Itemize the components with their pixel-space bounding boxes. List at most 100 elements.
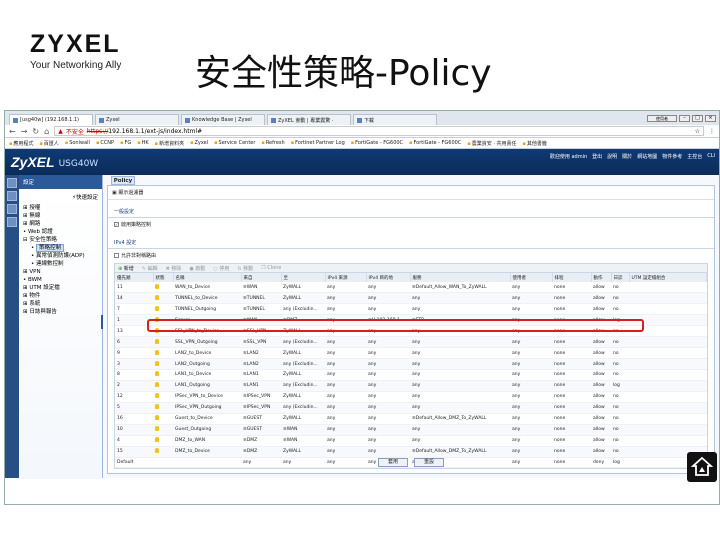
toolbar-button-disabled[interactable]: ○ 停用 [213,265,229,272]
monitor-icon[interactable] [7,191,17,201]
browser-tab[interactable]: [usg40w] (192.168.1.1) [9,114,93,125]
apply-button[interactable]: 套用 [378,458,408,467]
star-icon[interactable]: ☆ [695,128,700,135]
user-profile-button[interactable]: 使用者 [647,114,677,122]
bookmark-item[interactable]: Service Center [214,140,256,146]
table-row[interactable]: 2 LAN1_Outgoing ≡LAN1 any (Excludin... any an… [115,380,707,392]
column-header[interactable]: IPv4 來源 [325,273,367,282]
enable-policy-control[interactable]: ✓ 啟用策略控制 [108,218,714,231]
back-icon[interactable]: ← [9,127,16,136]
header-link[interactable]: 歡迎使用 admin [550,153,587,160]
column-header[interactable]: 優先順 [115,273,154,282]
configuration-icon[interactable] [7,204,17,214]
reset-button[interactable]: 重設 [414,458,444,467]
table-row[interactable]: 7 TUNNEL_Outgoing ≡TUNNEL any (Excludin... a… [115,303,707,316]
enable-policy-checkbox[interactable]: ✓ [114,222,119,227]
bookmark-item[interactable]: Fortinet Partner Log [291,140,345,146]
column-header[interactable]: UTM 設定檔組合 [629,273,707,282]
nav-tree-item[interactable]: ⊞ 授權 [23,204,98,212]
bookmark-item[interactable]: 百匯人 [39,140,59,147]
column-header[interactable]: 至 [281,273,326,282]
toolbar-button-disabled[interactable]: ❐ Clone [261,265,281,271]
table-row[interactable]: 16 Guest_to_Device ≡GUEST ZyWALL any any ≡Defa… [115,413,707,425]
column-header[interactable]: 動作 [591,273,612,282]
toolbar-button-disabled[interactable]: ⇅ 移動 [237,265,253,272]
toolbar-button-disabled[interactable]: ✖ 移除 [166,265,182,272]
bookmark-item[interactable]: 其他書籤 [523,140,547,147]
bookmark-item[interactable]: CCNP [96,140,114,146]
table-row[interactable]: 6 SSL_VPN_Outgoing ≡SSL_VPN any (Excludin..… [115,336,707,349]
header-link[interactable]: 登出 [592,153,602,160]
nav-tree-item[interactable]: ⊞ 無線 [23,212,98,220]
forward-icon[interactable]: → [21,127,28,136]
nav-tree-item[interactable]: ⊞ 網路 [23,220,98,228]
show-filter-link[interactable]: ▣ 顯示過濾器 [108,186,714,200]
nav-tree-item[interactable]: ⊞ VPN [23,268,98,276]
browser-tab[interactable]: Zyxel [95,114,179,125]
toolbar-button[interactable]: ⊕ 新增 [118,265,134,272]
browser-tab[interactable]: ZyXEL 會動 | 專業震驚 · [267,114,351,125]
nav-tree-item[interactable]: ⊞ 物件 [23,292,98,300]
header-link[interactable]: 主控台 [687,153,702,160]
column-header[interactable]: 來自 [241,273,282,282]
bookmark-item[interactable]: FortiGate - FG600C [351,140,403,146]
toolbar-button-disabled[interactable]: ● 啟動 [189,265,205,272]
bookmark-item[interactable]: 新增資料夾 [155,140,184,147]
column-header[interactable]: 服務 [410,273,511,282]
table-row[interactable]: 11 WAN_to_Device ≡WAN ZyWALL any any ≡Default_… [115,282,707,294]
column-header[interactable]: 排程 [552,273,592,282]
table-row[interactable]: 15 DMZ_to_Device ≡DMZ ZyWALL any any ≡Default_… [115,446,707,458]
bookmark-item[interactable]: FortiGate - FG600C [409,140,461,146]
bookmark-item[interactable]: FG [120,140,131,146]
quick-setup-link[interactable]: ⚡快速設定 [23,193,98,201]
column-header[interactable]: 名稱 [173,273,242,282]
nav-tree-item[interactable]: • 異常偵測防護(ADP) [23,252,98,260]
nav-tree-item[interactable]: • 連線數控制 [23,260,98,268]
table-row[interactable]: 5 IPSec_VPN_Outgoing ≡IPSec_VPN any (Exclud… [115,402,707,414]
nav-tree-item[interactable]: • 策略控制 [23,244,98,252]
maintenance-icon[interactable] [7,217,17,227]
browser-tab[interactable]: 下載 [353,114,437,125]
column-header[interactable]: 使用者 [510,273,553,282]
column-header[interactable]: 日誌 [611,273,630,282]
bookmark-item[interactable]: Refresh [261,140,285,146]
nav-tree-item[interactable]: ⊞ 系統 [23,300,98,308]
minimize-button[interactable]: – [679,114,690,122]
bookmark-item[interactable]: 農業資安 · 共用責任 [467,140,517,147]
close-button[interactable]: × [705,114,716,122]
header-link[interactable]: CLI [707,153,715,160]
header-link[interactable]: 說明 [607,153,617,160]
asymmetric-route-checkbox[interactable] [114,253,119,258]
table-row[interactable]: 8 LAN1_to_Device ≡LAN1 ZyWALL any any any any no… [115,369,707,381]
table-row[interactable]: 4 DMZ_to_WAN ≡DMZ ≡WAN any any any any none allow… [115,435,707,447]
table-row[interactable]: 3 LAN2_Outgoing ≡LAN2 any (Excludin... any an… [115,358,707,370]
nav-tree-item[interactable]: ⊞ 日誌與報告 [23,308,98,316]
tab-policy[interactable]: Policy [111,176,135,185]
nav-tree-item[interactable]: • Web 認證 [23,228,98,236]
dashboard-icon[interactable] [7,178,17,188]
header-link[interactable]: 網站地圖 [637,153,657,160]
menu-icon[interactable]: ⋮ [709,128,715,135]
bookmark-item[interactable]: HK [137,140,149,146]
nav-tree-item[interactable]: ⊟ 安全性策略 [23,236,98,244]
table-row[interactable]: 14 TUNNEL_to_Device ≡TUNNEL ZyWALL any any any… [115,292,707,305]
table-row[interactable]: 10 Guest_Outgoing ≡GUEST ≡WAN any any any any no… [115,424,707,436]
bookmark-item[interactable]: 應用程式 [9,140,33,147]
maximize-button[interactable]: □ [692,114,703,122]
nav-tree-item[interactable]: • BWM [23,276,98,284]
column-header[interactable]: 狀態 [153,273,174,282]
table-row[interactable]: 12 IPSec_VPN_to_Device ≡IPSec_VPN ZyWALL any… [115,391,707,403]
nav-tree-item[interactable]: ⊞ UTM 設定檔 [23,284,98,292]
url-input[interactable]: ▲ 不安全 https://192.168.1.1/ext-js/index.h… [54,126,704,136]
asymmetric-route-control[interactable]: 允許非對稱路由 [108,249,714,262]
browser-tab[interactable]: Knowledge Base | Zyxel [181,114,265,125]
home-icon[interactable]: ⌂ [44,127,49,136]
toolbar-button-disabled[interactable]: ✎ 編輯 [142,265,158,272]
bookmark-item[interactable]: Zyxel [190,140,208,146]
table-row[interactable]: 9 LAN2_to_Device ≡LAN2 ZyWALL any any any any no… [115,347,707,360]
reload-icon[interactable]: ↻ [32,127,39,136]
header-link[interactable]: 物件參考 [662,153,682,160]
bookmark-item[interactable]: Soniwall [65,140,90,146]
column-header[interactable]: IPv4 目的地 [366,273,411,282]
header-link[interactable]: 關於 [622,153,632,160]
